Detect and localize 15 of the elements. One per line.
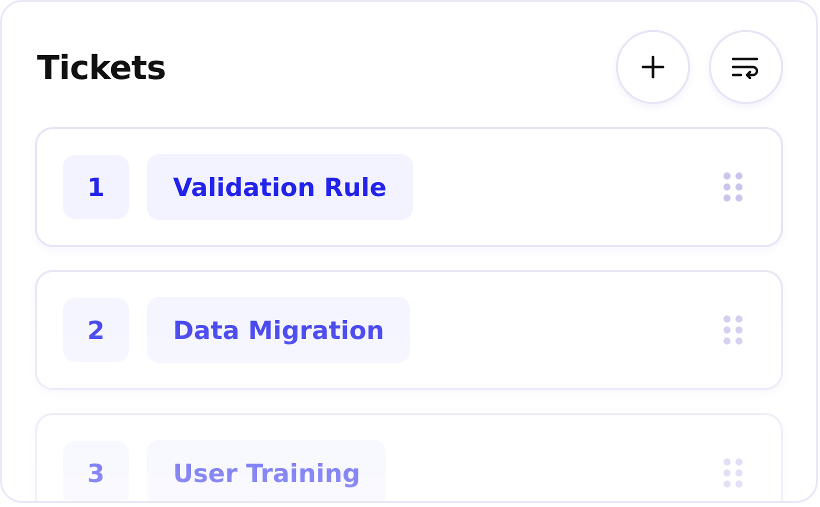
ticket-label: User Training [147,440,386,501]
ticket-number: 2 [63,298,129,362]
ticket-row[interactable]: 3 User Training [35,413,783,501]
ticket-row[interactable]: 1 Validation Rule [35,127,783,247]
panel-title: Tickets [37,48,166,86]
ticket-row[interactable]: 2 Data Migration [35,270,783,390]
ticket-number: 3 [63,441,129,501]
plus-icon [641,55,665,79]
drag-handle-icon[interactable] [723,171,743,203]
drag-handle-icon[interactable] [723,457,743,489]
ticket-label: Data Migration [147,297,410,363]
ticket-label: Validation Rule [147,154,413,220]
text-wrap-icon [731,55,761,79]
drag-handle-icon[interactable] [723,314,743,346]
ticket-number: 1 [63,155,129,219]
